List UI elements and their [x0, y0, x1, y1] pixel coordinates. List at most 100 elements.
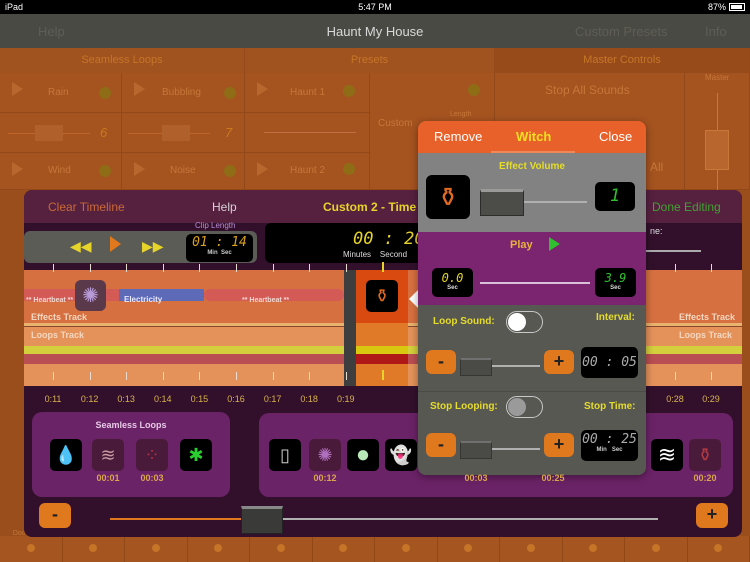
stop-time-label: Stop Time:: [584, 401, 636, 412]
custom-presets-button[interactable]: Custom Presets: [575, 24, 667, 39]
seconds-label: Second: [379, 250, 408, 259]
timeline-tick: [345, 264, 347, 272]
status-led: [651, 544, 660, 552]
effect-trigger-electricity[interactable]: Electricity: [62, 530, 125, 562]
witch-cauldron-clip-icon[interactable]: ⚱: [366, 280, 398, 312]
end-time: 3.9: [604, 271, 627, 285]
loop-name: Rain: [48, 87, 69, 98]
volume-slider-thumb[interactable]: [480, 189, 524, 216]
stop-time-slider-thumb[interactable]: [460, 441, 492, 459]
effect-trigger-scary-laugh[interactable]: Scary Laugh: [437, 530, 500, 562]
wind-icon[interactable]: ≋: [651, 439, 683, 471]
effect-trigger-halloween[interactable]: Halloween: [250, 530, 313, 562]
effect-trigger-werewolf[interactable]: Werewolf: [125, 530, 188, 562]
info-button[interactable]: Info: [705, 24, 727, 39]
stop-looping-toggle[interactable]: [506, 396, 543, 418]
stop-time-plus-button[interactable]: +: [544, 433, 574, 457]
play-button[interactable]: [110, 236, 121, 252]
stop-all-sounds-button[interactable]: Stop All Sounds: [545, 83, 630, 97]
transport-controls: ◀◀ ▶▶ 01 : 14 Min Sec: [24, 231, 257, 263]
rain-loop-icon[interactable]: 💧: [50, 439, 82, 471]
effect-trigger-chainsaw[interactable]: Chainsaw: [500, 530, 563, 562]
clip-length-label: Clip Length: [195, 221, 236, 230]
play-label: Play: [510, 239, 533, 251]
clear-timeline-button[interactable]: Clear Timeline: [48, 200, 125, 214]
editor-help-button[interactable]: Help: [212, 200, 237, 214]
popover-header: Remove Witch Close: [418, 121, 646, 153]
timeline-tick: [162, 372, 164, 380]
zoom-slider-fill: [110, 518, 264, 520]
effect-trigger-monster[interactable]: Monster: [375, 530, 438, 562]
electricity-effect-icon[interactable]: ✺: [309, 439, 341, 471]
status-led: [99, 87, 111, 99]
tab-presets[interactable]: Presets: [245, 48, 495, 73]
zoom-slider-thumb[interactable]: [241, 506, 284, 534]
loop-cell-rain[interactable]: Rain: [0, 73, 122, 113]
master-volume: Master: [685, 73, 750, 190]
loop-cell-noise[interactable]: Noise: [122, 153, 245, 190]
ghost-icon[interactable]: 👻: [385, 439, 417, 471]
timeline-tick: [236, 264, 237, 272]
timeline-tick: [126, 372, 128, 380]
effect-trigger-thunder[interactable]: Thunder: [562, 530, 625, 562]
slider-thumb[interactable]: [162, 125, 190, 141]
door-icon[interactable]: ▯: [269, 439, 301, 471]
moon-icon[interactable]: ●: [347, 439, 379, 471]
timeline-tick: [711, 264, 712, 272]
clip-heartbeat-2[interactable]: ** Heartbeat **: [204, 289, 344, 304]
remove-button[interactable]: Remove: [434, 129, 482, 144]
clip-heartbeat[interactable]: ** Heartbeat **: [24, 289, 79, 304]
timeline-tick-label: 0:12: [80, 394, 99, 404]
effect-volume-label: Effect Volume: [499, 161, 565, 172]
interval-plus-button[interactable]: +: [544, 350, 574, 374]
clock: 5:47 PM: [358, 2, 392, 12]
done-editing-button[interactable]: Done Editing: [652, 200, 721, 214]
end-time-display: 3.9 Sec: [595, 268, 636, 297]
effect-trigger-wind[interactable]: Wind: [625, 530, 688, 562]
zoom-out-button[interactable]: -: [39, 503, 71, 528]
trim-slider[interactable]: [480, 282, 590, 284]
play-icon: [257, 82, 268, 96]
loop-time: 00:01: [96, 473, 120, 483]
timeline-tick-label: 0:28: [666, 394, 684, 404]
electricity-icon[interactable]: ✺: [75, 280, 106, 311]
section-tabs: Seamless Loops Presets Master Controls: [0, 48, 750, 73]
slider-thumb[interactable]: [35, 125, 63, 141]
timeline-tick-label: 0:13: [117, 394, 135, 404]
spider-loop-icon[interactable]: ✱: [180, 439, 212, 471]
effect-trigger-ghost[interactable]: Ghost: [187, 530, 250, 562]
sec-label: Sec: [221, 250, 232, 256]
close-button[interactable]: Close: [599, 129, 632, 144]
rewind-button[interactable]: ◀◀: [70, 238, 92, 255]
timeline-tick: [272, 372, 274, 380]
play-effect-button[interactable]: [549, 237, 560, 251]
water-loop-icon[interactable]: ≋: [92, 439, 124, 471]
interval-minus-button[interactable]: -: [426, 350, 456, 374]
effect-title: Witch: [516, 129, 552, 144]
effect-trigger-heartbeat[interactable]: Heartbeat: [312, 530, 375, 562]
cauldron-icon[interactable]: ⚱: [689, 439, 721, 471]
battery-percent: 87%: [707, 2, 726, 12]
loop-time: 00:03: [140, 473, 164, 483]
bubbles-loop-icon[interactable]: ⁘: [136, 439, 168, 471]
time-slider[interactable]: [645, 250, 701, 252]
tab-master-controls[interactable]: Master Controls: [495, 48, 750, 73]
loop-cell-wind[interactable]: Wind: [0, 153, 122, 190]
master-slider-thumb[interactable]: [705, 130, 729, 170]
interval-slider-thumb[interactable]: [460, 358, 492, 376]
stop-time-minus-button[interactable]: -: [426, 433, 456, 457]
preset-haunt-2[interactable]: Haunt 2: [245, 153, 370, 190]
fast-forward-button[interactable]: ▶▶: [142, 238, 164, 255]
effect-trigger-witch[interactable]: Witch: [687, 530, 750, 562]
loop-cell-bubbling[interactable]: Bubbling: [122, 73, 245, 113]
status-led: [343, 163, 355, 175]
loop-sound-toggle[interactable]: [506, 311, 543, 333]
loop-name: Bubbling: [162, 87, 201, 98]
preset-haunt-1[interactable]: Haunt 1: [245, 73, 370, 113]
cauldron-icon: ⚱: [426, 175, 470, 219]
effect-trigger-door-creek[interactable]: Door Creek: [0, 530, 63, 562]
clip-electricity[interactable]: Electricity: [119, 289, 204, 304]
timeline-tick-label: 0:14: [154, 394, 172, 404]
tab-seamless-loops[interactable]: Seamless Loops: [0, 48, 245, 73]
zoom-in-button[interactable]: +: [696, 503, 728, 528]
